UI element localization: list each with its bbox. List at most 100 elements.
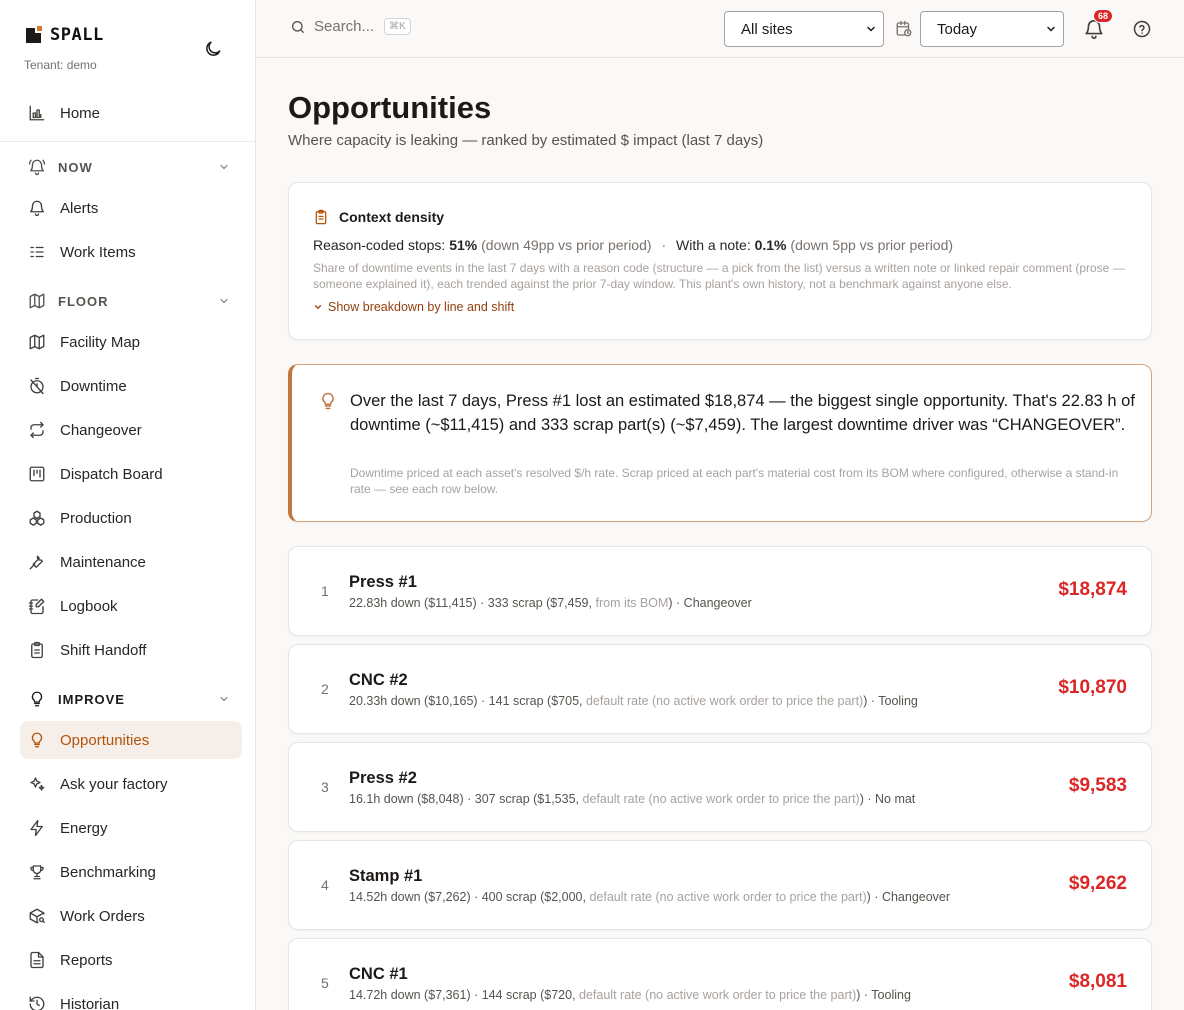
brand-logo[interactable]: SPALL — [24, 24, 104, 46]
lightbulb-icon — [31, 732, 43, 748]
sidebar-item-label: Benchmarking — [60, 863, 156, 881]
sidebar-item-label: Dispatch Board — [60, 465, 163, 483]
map-icon — [29, 334, 45, 350]
opportunity-value: $8,081 — [1068, 971, 1127, 992]
sidebar-item-production[interactable]: Production — [20, 499, 242, 537]
opportunity-row[interactable]: 4 Stamp #1 14.52h down ($7,262) · 400 sc… — [288, 840, 1152, 930]
page-title: Opportunities — [288, 90, 492, 125]
detail-pricing-note: default rate (no active work order to pr… — [585, 694, 864, 708]
sidebar-item-label: Maintenance — [60, 553, 146, 571]
help-circle-icon[interactable] — [1132, 19, 1152, 39]
context-density-title: Context density — [339, 209, 445, 225]
sidebar-item-label: Facility Map — [60, 333, 141, 351]
sidebar-item-opportunities[interactable]: Opportunities — [20, 721, 242, 759]
section-improve[interactable]: IMPROVE — [20, 685, 242, 713]
detail-pricing-note: from its BOM — [595, 596, 669, 610]
sidebar-item-reports[interactable]: Reports — [20, 941, 242, 979]
section-now[interactable]: NOW — [20, 153, 242, 181]
detail-pricing-note: default rate (no active work order to pr… — [582, 792, 860, 806]
opportunity-row[interactable]: 3 Press #2 16.1h down ($8,048) · 307 scr… — [288, 742, 1152, 832]
date-range-select[interactable]: Today — [920, 11, 1064, 47]
insight-pricing-note: Downtime priced at each asset's resolved… — [350, 466, 1119, 496]
sidebar-item-shift-handoff[interactable]: Shift Handoff — [20, 631, 242, 669]
opportunity-rank: 1 — [321, 583, 329, 599]
reason-coded-label: Reason-coded stops: — [313, 237, 446, 253]
tenant-label: Tenant: demo — [24, 58, 97, 72]
show-breakdown-label: Show breakdown by line and shift — [328, 300, 515, 314]
metric-separator: · — [661, 237, 667, 253]
sidebar-item-logbook[interactable]: Logbook — [20, 587, 242, 625]
repeat-icon — [30, 421, 44, 439]
sidebar-item-label: Shift Handoff — [60, 641, 147, 659]
sidebar-item-facility-map[interactable]: Facility Map — [20, 323, 242, 361]
detail-summary: 20.33h down ($10,165) · 141 scrap ($705, — [349, 694, 583, 708]
opportunity-asset-name: Press #1 — [349, 573, 417, 591]
opportunity-asset-name: Press #2 — [349, 769, 417, 787]
sidebar-item-label: Opportunities — [60, 731, 150, 749]
lightbulb-icon — [322, 392, 334, 410]
sidebar-item-ask-your-factory[interactable]: Ask your factory — [20, 765, 242, 803]
sidebar-item-label: Changeover — [60, 421, 142, 439]
sidebar-item-benchmarking[interactable]: Benchmarking — [20, 853, 242, 891]
opportunity-rank: 2 — [321, 681, 329, 697]
dark-mode-toggle-icon[interactable] — [203, 39, 223, 59]
site-select[interactable]: All sites — [724, 11, 884, 47]
sidebar-item-downtime[interactable]: Downtime — [20, 367, 242, 405]
detail-driver: ) · Tooling — [863, 694, 918, 708]
opportunity-row[interactable]: 2 CNC #2 20.33h down ($10,165) · 141 scr… — [288, 644, 1152, 734]
reason-coded-value: 51% — [449, 237, 478, 253]
file-text-icon — [30, 951, 44, 969]
opportunity-value: $9,262 — [1068, 873, 1127, 894]
sidebar-item-work-orders[interactable]: Work Orders — [20, 897, 242, 935]
boxes-icon — [29, 510, 45, 526]
opportunity-detail: 16.1h down ($8,048) · 307 scrap ($1,535,… — [349, 792, 915, 806]
context-density-metrics: Reason-coded stops: 51% (down 49pp vs pr… — [313, 237, 953, 253]
sidebar-item-historian[interactable]: Historian — [20, 985, 242, 1010]
context-density-header: Context density — [313, 209, 444, 225]
sidebar-item-changeover[interactable]: Changeover — [20, 411, 242, 449]
section-floor[interactable]: FLOOR — [20, 287, 242, 315]
notebook-pen-icon — [28, 598, 45, 615]
show-breakdown-toggle[interactable]: Show breakdown by line and shift — [313, 300, 514, 314]
map-icon — [29, 293, 45, 309]
detail-summary: 14.52h down ($7,262) · 400 scrap ($2,000… — [349, 890, 586, 904]
top-opportunity-insight: Over the last 7 days, Press #1 lost an e… — [288, 364, 1152, 522]
calendar-clock-icon — [896, 20, 912, 37]
context-density-description: Share of downtime events in the last 7 d… — [313, 261, 1125, 291]
search-shortcut-hint: ⌘K — [384, 18, 411, 35]
bell-icon — [29, 200, 45, 217]
section-label: IMPROVE — [58, 691, 125, 707]
sidebar-item-label: Production — [60, 509, 132, 527]
package-search-icon — [29, 908, 45, 924]
detail-summary: 22.83h down ($11,415) · 333 scrap ($7,45… — [349, 596, 592, 610]
detail-pricing-note: default rate (no active work order to pr… — [589, 890, 867, 904]
bell-ring-icon — [28, 159, 46, 176]
opportunity-value: $10,870 — [1058, 677, 1127, 698]
page-subtitle: Where capacity is leaking — ranked by es… — [288, 132, 764, 149]
opportunity-row[interactable]: 5 CNC #1 14.72h down ($7,361) · 144 scra… — [288, 938, 1152, 1010]
search-input[interactable]: Search... ⌘K — [290, 18, 411, 35]
sidebar-item-label: Work Orders — [60, 907, 145, 925]
with-note-label: With a note: — [676, 237, 751, 253]
sidebar-item-alerts[interactable]: Alerts — [20, 189, 242, 227]
opportunity-asset-name: CNC #2 — [349, 671, 408, 689]
wrench-icon — [29, 555, 43, 570]
opportunity-row[interactable]: 1 Press #1 22.83h down ($11,415) · 333 s… — [288, 546, 1152, 636]
chevron-down-icon — [867, 26, 875, 32]
sidebar-item-energy[interactable]: Energy — [20, 809, 242, 847]
sidebar-item-dispatch-board[interactable]: Dispatch Board — [20, 455, 242, 493]
sidebar-item-work-items[interactable]: Work Items — [20, 233, 242, 271]
sidebar-item-label: Work Items — [60, 243, 136, 261]
opportunity-asset-name: Stamp #1 — [349, 867, 423, 885]
zap-icon — [30, 819, 43, 837]
detail-driver: ) · Changeover — [668, 596, 752, 610]
sidebar: SPALL Tenant: demo Home NOW Alerts Work … — [0, 0, 256, 1010]
opportunity-rank: 3 — [321, 779, 329, 795]
detail-pricing-note: default rate (no active work order to pr… — [579, 988, 857, 1002]
sidebar-item-maintenance[interactable]: Maintenance — [20, 543, 242, 581]
opportunity-detail: 14.52h down ($7,262) · 400 scrap ($2,000… — [349, 890, 950, 904]
sidebar-item-home[interactable]: Home — [20, 94, 242, 132]
timer-off-icon — [30, 377, 44, 395]
opportunity-value: $18,874 — [1058, 579, 1127, 600]
opportunity-value: $9,583 — [1068, 775, 1127, 796]
